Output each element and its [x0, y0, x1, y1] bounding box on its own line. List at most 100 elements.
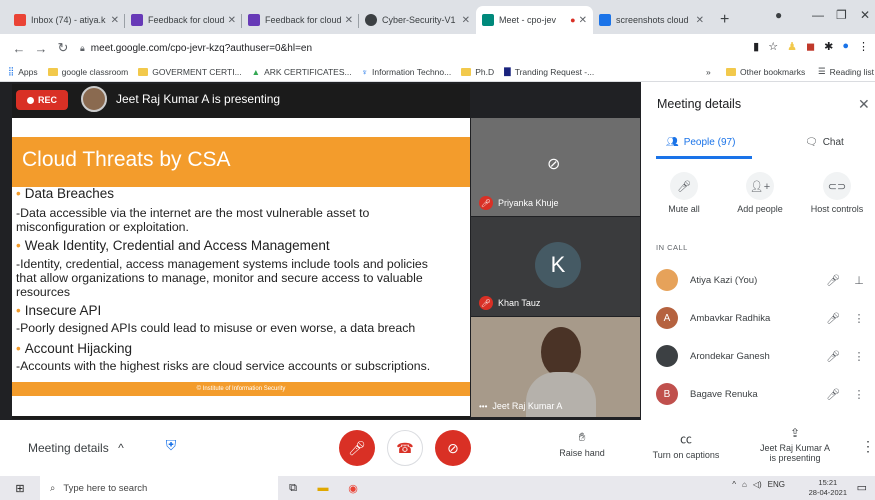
close-icon[interactable]: ✕	[345, 15, 353, 26]
browser-tab[interactable]: Feedback for cloud ✕	[125, 6, 242, 34]
other-bookmarks[interactable]: Other bookmarks	[726, 67, 805, 77]
network-icon[interactable]: ⌂	[742, 480, 747, 489]
reload-icon[interactable]: ↻	[52, 40, 74, 56]
captions-button[interactable]: ㏄ Turn on captions	[645, 430, 727, 460]
task-view-icon[interactable]: ⧉	[278, 482, 308, 495]
participant-tile-video[interactable]: ••• Jeet Raj Kumar A	[471, 317, 640, 417]
captions-icon: ㏄	[679, 432, 692, 446]
more-options-icon[interactable]: ⋮	[852, 350, 866, 363]
slide-bullet-heading: Insecure API	[16, 303, 102, 318]
profile-icon[interactable]: ●	[775, 8, 782, 22]
more-options-icon[interactable]: ⋮	[861, 438, 875, 455]
mute-all-button[interactable]: 🎤︎ Mute all	[644, 172, 724, 214]
more-bookmarks-icon[interactable]: »	[706, 67, 711, 77]
clock[interactable]: 15:21 28-04-2021	[809, 478, 847, 498]
bookmark-item[interactable]: ▇ Tranding Request -...	[504, 66, 594, 77]
tab-title: Cyber-Security-V1	[382, 15, 456, 25]
menu-icon[interactable]: ⋮	[858, 40, 869, 53]
close-icon[interactable]: ✕	[696, 15, 704, 26]
mic-off-icon[interactable]: 🎤︎	[814, 274, 852, 287]
chrome-icon[interactable]: ◉	[338, 482, 368, 495]
add-people-button[interactable]: 👤︎+ Add people	[720, 172, 800, 214]
close-icon[interactable]: ✕	[111, 15, 119, 26]
meeting-details-button[interactable]: Meeting details ^	[28, 441, 124, 455]
add-person-icon: 👤︎+	[746, 172, 774, 200]
presenter-avatar	[81, 86, 107, 112]
back-icon[interactable]: ←	[8, 41, 30, 56]
bookmark-label: GOVERMENT CERTI...	[152, 66, 242, 77]
forward-icon[interactable]: →	[30, 41, 52, 56]
new-tab-button[interactable]: +	[710, 6, 739, 34]
puzzle-icon[interactable]: ✱	[824, 40, 833, 53]
address-bar[interactable]: 🔒︎ meet.google.com/cpo-jevr-kzq?authuser…	[80, 37, 680, 59]
more-options-icon[interactable]: ⋮	[852, 388, 866, 401]
shield-icon[interactable]: ⛨	[161, 437, 181, 459]
bookmark-item[interactable]: ▲ ARK CERTIFICATES...	[252, 67, 352, 77]
presentation-button[interactable]: ⇪ Jeet Raj Kumar Ais presenting	[750, 426, 840, 463]
camera-icon[interactable]: ▮	[753, 40, 759, 53]
bookmark-item[interactable]: ♆ Information Techno...	[362, 67, 452, 77]
notifications-icon[interactable]: ▭	[857, 481, 867, 494]
participant-row[interactable]: Arondekar Ganesh 🎤︎ ⋮	[656, 344, 866, 368]
avatar[interactable]: ●	[842, 40, 849, 53]
close-icon[interactable]: ✕	[858, 96, 870, 113]
volume-icon[interactable]: ◁)	[753, 480, 762, 489]
tab-title: Feedback for cloud	[148, 15, 225, 25]
bookmark-item[interactable]: Ph.D	[461, 67, 494, 77]
camera-toggle-button[interactable]: ⊘	[435, 430, 471, 466]
extension-icon[interactable]: ◼	[806, 40, 815, 53]
participant-tile[interactable]: K 🎤︎ Khan Tauz	[471, 217, 640, 316]
close-icon[interactable]: ✕	[228, 15, 236, 26]
site-icon: ♆	[361, 66, 368, 77]
more-dots-icon[interactable]: •••	[479, 402, 487, 411]
bookmark-item[interactable]: google classroom	[47, 67, 128, 77]
tab-people[interactable]: 👥︎ People (97)	[666, 137, 735, 148]
raise-hand-button[interactable]: ✋︎ Raise hand	[552, 430, 612, 458]
tab-title: Inbox (74) - atiya.k	[31, 15, 106, 25]
slide-body-line: that allow organizations to manage, moni…	[16, 271, 423, 285]
github-icon	[365, 14, 377, 26]
hand-icon: ✋︎	[578, 430, 586, 444]
participant-row[interactable]: B Bagave Renuka 🎤︎ ⋮	[656, 382, 866, 406]
browser-tab[interactable]: Feedback for cloud ✕	[242, 6, 359, 34]
star-icon[interactable]: ☆	[768, 40, 778, 53]
chevron-up-icon[interactable]: ^	[732, 480, 736, 489]
maximize-icon[interactable]: ❐	[836, 8, 847, 22]
language-indicator[interactable]: ENG	[768, 480, 785, 489]
close-icon[interactable]: ✕	[462, 15, 470, 26]
taskbar-search[interactable]: ⌕ Type here to search	[40, 476, 278, 500]
browser-tab-active[interactable]: Meet - cpo-jev ● ✕	[476, 6, 593, 34]
bookmark-apps[interactable]: ⣿ Apps	[8, 66, 38, 77]
close-icon[interactable]: ✕	[579, 15, 587, 26]
windows-start-icon[interactable]: ⊞	[0, 482, 40, 495]
mic-off-icon[interactable]: 🎤︎	[814, 312, 852, 325]
slide-body-line: -Accounts with the highest risks are clo…	[16, 359, 431, 373]
slide-body-line: -Poorly designed APIs could lead to misu…	[16, 321, 416, 335]
extension-icon[interactable]: ♟	[787, 40, 797, 53]
reading-list[interactable]: ☰ Reading list	[818, 66, 874, 77]
mic-toggle-button[interactable]: 🎤︎	[339, 430, 375, 466]
host-controls-button[interactable]: ⊂⊃ Host controls	[797, 172, 875, 214]
folder-icon	[461, 67, 472, 76]
browser-tab[interactable]: Cyber-Security-V1 ✕	[359, 6, 476, 34]
mic-off-icon[interactable]: 🎤︎	[814, 388, 852, 401]
slide-bullet-heading: Weak Identity, Credential and Access Man…	[16, 238, 330, 253]
bookmark-item[interactable]: GOVERMENT CERTI...	[138, 66, 242, 77]
more-options-icon[interactable]: ⋮	[852, 312, 866, 325]
mic-off-icon[interactable]: 🎤︎	[814, 350, 852, 363]
window-close-icon[interactable]: ✕	[860, 8, 870, 22]
participant-row[interactable]: A Ambavkar Radhika 🎤︎ ⋮	[656, 306, 866, 330]
system-tray: ^ ⌂ ◁) ENG	[732, 480, 785, 489]
participant-tile[interactable]: ⊘ 🎤︎ Priyanka Khuje	[471, 118, 640, 216]
lock-icon: 🔒︎	[80, 42, 85, 53]
minimize-icon[interactable]: —	[812, 8, 824, 22]
button-label: Raise hand	[559, 448, 605, 458]
participant-row[interactable]: Atiya Kazi (You) 🎤︎ ⊥	[656, 268, 866, 292]
toggle-icon: ⊂⊃	[823, 172, 851, 200]
browser-tab[interactable]: screenshots cloud ✕	[593, 6, 710, 34]
browser-tab[interactable]: Inbox (74) - atiya.k ✕	[8, 6, 125, 34]
tab-chat[interactable]: 🗨︎ Chat	[805, 137, 844, 148]
file-explorer-icon[interactable]: ▬	[308, 482, 338, 494]
leave-call-button[interactable]: ☎︎	[387, 430, 423, 466]
pin-icon[interactable]: ⊥	[852, 274, 866, 287]
